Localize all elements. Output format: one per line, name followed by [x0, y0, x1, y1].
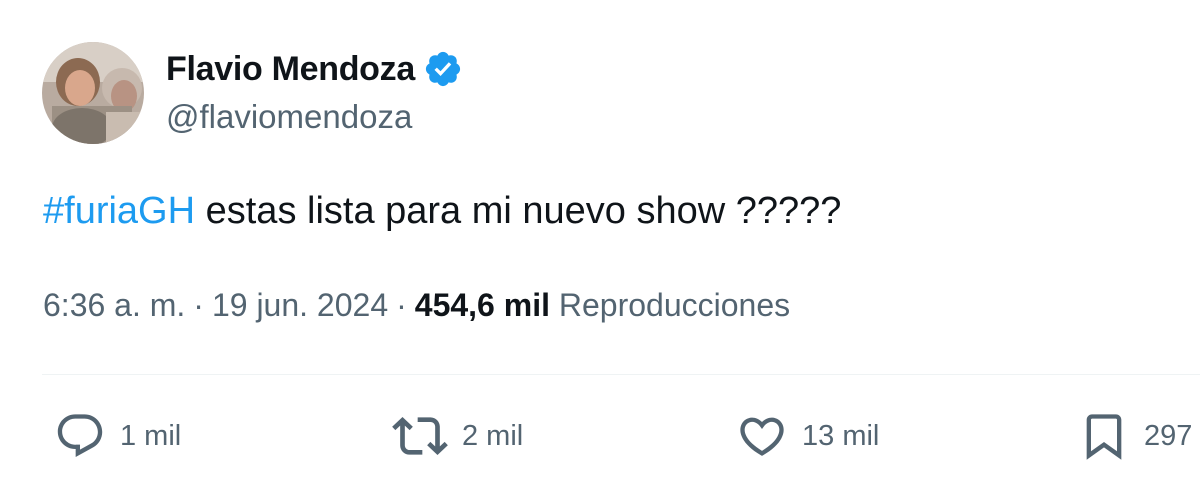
like-count: 13 mil: [802, 419, 880, 452]
reply-count: 1 mil: [120, 419, 182, 452]
action-bar: 1 mil 2 mil 13 mil 297: [0, 404, 1200, 468]
tweet-card: Flavio Mendoza @flaviomendoza #furiaGH e…: [0, 0, 1200, 487]
reply-icon: [57, 414, 103, 458]
retweet-icon: [392, 417, 448, 455]
reply-button[interactable]: 1 mil: [54, 404, 181, 468]
divider: [42, 374, 1200, 375]
like-button[interactable]: 13 mil: [736, 404, 879, 468]
views-label[interactable]: Reproducciones: [559, 287, 790, 323]
author-handle[interactable]: @flaviomendoza: [166, 98, 412, 136]
tweet-meta: 6:36 a. m. · 19 jun. 2024 · 454,6 mil Reprod…: [43, 287, 790, 324]
meta-separator: ·: [396, 287, 407, 323]
bookmark-button[interactable]: 297: [1078, 404, 1192, 468]
avatar-photo: [42, 42, 144, 144]
bookmark-icon: [1086, 414, 1122, 460]
meta-separator: ·: [193, 287, 204, 323]
tweet-text: #furiaGH estas lista para mi nuevo show …: [43, 190, 841, 233]
bookmark-count: 297: [1144, 419, 1193, 452]
hashtag-link[interactable]: #furiaGH: [43, 190, 195, 232]
avatar[interactable]: [42, 42, 144, 144]
tweet-date[interactable]: 19 jun. 2024: [212, 287, 388, 323]
author-name-row: Flavio Mendoza: [166, 46, 463, 92]
verified-badge-icon[interactable]: [423, 49, 463, 89]
tweet-time[interactable]: 6:36 a. m.: [43, 287, 185, 323]
author-display-name[interactable]: Flavio Mendoza: [166, 50, 415, 89]
views-count[interactable]: 454,6 mil: [415, 287, 550, 323]
retweet-button[interactable]: 2 mil: [392, 404, 523, 468]
heart-icon: [740, 417, 784, 456]
retweet-count: 2 mil: [462, 419, 524, 452]
tweet-body: estas lista para mi nuevo show ?????: [195, 190, 842, 232]
